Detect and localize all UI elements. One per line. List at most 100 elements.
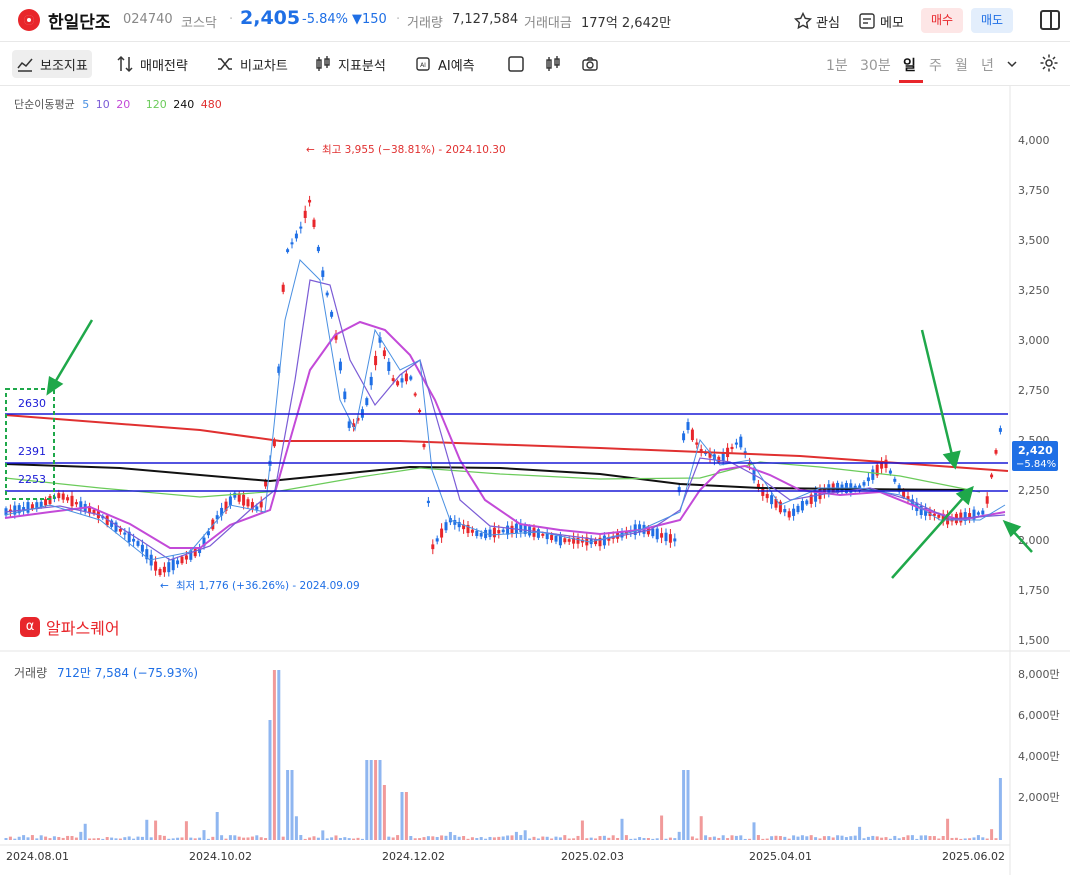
volume-bar	[814, 837, 818, 840]
volume-bar	[796, 836, 800, 840]
candle-body	[312, 219, 316, 228]
stock-chart[interactable]: 4,000 3,750 3,500 3,250 3,000 2,750 2,50…	[0, 86, 1070, 875]
volume-bar	[800, 835, 804, 840]
volume-bar	[783, 836, 787, 840]
volume-bar	[602, 835, 606, 840]
gear-icon[interactable]	[1039, 53, 1059, 73]
volume-bar	[206, 838, 210, 840]
chart-type-square-button[interactable]	[503, 50, 529, 78]
candle-body	[488, 529, 492, 537]
volume-bar	[140, 836, 144, 840]
volume-bar	[792, 835, 796, 840]
volume-bar	[352, 838, 356, 840]
volume-bar	[616, 837, 620, 840]
candle-body	[57, 493, 61, 499]
candle-body	[862, 482, 866, 486]
volume-bar	[532, 836, 536, 840]
volume-bar	[294, 816, 298, 840]
candle-body	[976, 512, 980, 515]
vol-y-tick: 4,000만	[1018, 750, 1060, 763]
volume-bar	[902, 837, 906, 840]
volume-value: 7,127,584	[452, 12, 519, 27]
side-panel-icon[interactable]	[1040, 10, 1060, 30]
watermark-text: 알파스퀘어	[46, 619, 120, 638]
volume-bar	[752, 822, 756, 840]
candle-body	[193, 549, 197, 557]
volume-bar	[413, 838, 417, 840]
candle-body	[536, 529, 540, 538]
y-tick: 2,750	[1018, 384, 1050, 397]
volume-bar	[74, 837, 78, 840]
x-axis: 2024.08.01 2024.10.02 2024.12.02 2025.02…	[6, 850, 1005, 863]
volume-bar	[822, 836, 826, 840]
candle-body	[61, 493, 65, 500]
annotation-arrows	[46, 319, 1033, 579]
ai-forecast-button[interactable]: AI AI예측	[410, 50, 479, 78]
volume-bar	[404, 792, 408, 840]
candle-body	[695, 442, 699, 445]
volume-bar	[66, 835, 70, 840]
volume-bar	[475, 838, 479, 840]
volume-bar	[642, 838, 646, 840]
volume-bar	[431, 836, 435, 840]
interest-button[interactable]: 관심	[794, 9, 840, 33]
volume-bar	[338, 837, 342, 840]
volume-bar	[48, 838, 52, 840]
period-year[interactable]: 년	[981, 55, 994, 75]
ma20-line	[4, 320, 1006, 549]
candle-body	[734, 442, 738, 445]
volume-bar	[849, 836, 853, 840]
x-tick: 2024.08.01	[6, 850, 69, 863]
compare-button[interactable]: 비교차트	[212, 50, 292, 78]
volume-bar	[220, 835, 224, 840]
period-day[interactable]: 일	[903, 55, 916, 75]
volume-bar	[136, 836, 140, 840]
volume-bar	[356, 837, 360, 840]
candle-type-button[interactable]	[540, 50, 566, 78]
memo-button[interactable]: 메모	[858, 9, 904, 33]
volume-bar	[976, 835, 980, 840]
indicator-button[interactable]: 보조지표	[12, 50, 92, 78]
candle-body	[506, 525, 510, 535]
screenshot-button[interactable]	[577, 50, 603, 78]
period-30min[interactable]: 30분	[860, 55, 891, 75]
volume-bar	[589, 837, 593, 840]
candle-body	[286, 249, 290, 253]
period-1min[interactable]: 1분	[826, 55, 848, 75]
candle-body	[391, 378, 395, 382]
volume-bar	[840, 835, 844, 840]
volume-bar	[607, 837, 611, 840]
volume-bar	[761, 838, 765, 840]
volume-bar	[866, 836, 870, 840]
candle-body	[866, 477, 870, 482]
stock-name[interactable]: 한일단조	[48, 8, 111, 33]
buy-button[interactable]: 매수	[921, 8, 963, 33]
strategy-label: 매매전략	[140, 58, 188, 74]
candle-body	[158, 569, 162, 575]
volume-bar	[149, 837, 153, 840]
candle-body	[316, 246, 320, 252]
volume-bar	[721, 835, 725, 840]
volume-bar	[937, 838, 941, 840]
chart-toolbar: 보조지표 매매전략 비교차트 지표분석 AI AI예측 1분 30분 일 주 월…	[0, 42, 1070, 86]
period-week[interactable]: 주	[929, 55, 942, 75]
analysis-button[interactable]: 지표분석	[310, 50, 390, 78]
volume-bar	[26, 837, 30, 840]
candle-body	[660, 533, 664, 538]
volume-bar	[272, 670, 276, 840]
candle-body	[347, 421, 351, 428]
strategy-button[interactable]: 매매전략	[112, 50, 192, 78]
volume-bar	[457, 836, 461, 840]
volume-bar	[250, 836, 254, 840]
volume-bar	[748, 838, 752, 840]
volume-bar	[360, 838, 364, 840]
volume-bar	[620, 818, 624, 840]
chevron-down-icon[interactable]	[1006, 58, 1018, 70]
volume-bar	[585, 838, 589, 840]
volume-bar	[563, 835, 567, 840]
volume-bar	[343, 837, 347, 840]
period-month[interactable]: 월	[955, 55, 968, 75]
candle-body	[154, 561, 158, 571]
y-tick: 1,750	[1018, 584, 1050, 597]
sell-button[interactable]: 매도	[971, 8, 1013, 33]
